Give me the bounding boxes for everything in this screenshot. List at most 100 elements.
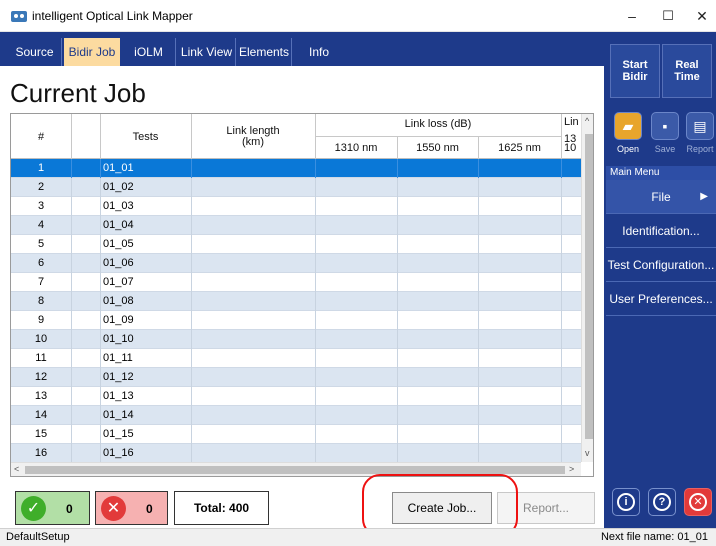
- tab-elements[interactable]: Elements: [237, 38, 292, 66]
- row-number: 6: [37, 257, 45, 269]
- row-number: 4: [37, 219, 45, 231]
- row-test-name: 01_03: [103, 200, 134, 212]
- col-num-header[interactable]: #: [11, 131, 71, 143]
- row-test-name: 01_13: [103, 390, 134, 402]
- report-button[interactable]: Report...: [497, 492, 595, 524]
- row-number: 11: [35, 352, 47, 364]
- real-time-button[interactable]: Real Time: [662, 44, 712, 98]
- help-icon[interactable]: ?: [648, 488, 676, 516]
- row-test-name: 01_12: [103, 371, 134, 383]
- row-number: 7: [37, 276, 45, 288]
- table-row[interactable]: 8 01_08: [11, 292, 581, 311]
- fail-count: 0: [146, 502, 153, 516]
- table-row[interactable]: 4 01_04: [11, 216, 581, 235]
- row-number: 2: [37, 181, 45, 193]
- info-icon[interactable]: i: [612, 488, 640, 516]
- row-test-name: 01_16: [103, 447, 134, 459]
- main-menu-header: Main Menu: [606, 166, 716, 180]
- exit-icon[interactable]: ✕: [684, 488, 712, 516]
- report-doc-icon[interactable]: ▤: [686, 112, 714, 140]
- maximize-icon[interactable]: ☐: [658, 6, 678, 26]
- menu-item-file-label: File: [651, 190, 671, 204]
- tab-bidir-job[interactable]: Bidir Job: [64, 38, 120, 66]
- row-test-name: 01_07: [103, 276, 134, 288]
- tab-bar: Source Bidir Job iOLM Link View Elements…: [0, 32, 604, 66]
- menu-item-file[interactable]: File ▶: [606, 180, 716, 214]
- col-1310-header[interactable]: 1310 nm: [315, 142, 397, 154]
- row-test-name: 01_10: [103, 333, 134, 345]
- table-row[interactable]: 9 01_09: [11, 311, 581, 330]
- row-test-name: 01_05: [103, 238, 134, 250]
- row-test-name: 01_06: [103, 257, 134, 269]
- open-label: Open: [616, 144, 640, 154]
- right-panel: Start Bidir Real Time ▰ ▪ ▤ Open Save Re…: [604, 32, 716, 528]
- table-row[interactable]: 10 01_10: [11, 330, 581, 349]
- pass-count: 0: [66, 502, 73, 516]
- table-row[interactable]: 13 01_13: [11, 387, 581, 406]
- vertical-scrollbar[interactable]: ^ v: [581, 114, 593, 462]
- pass-count-box: ✓ 0: [15, 491, 90, 525]
- app-icon: [11, 11, 27, 22]
- horizontal-scroll-thumb[interactable]: [25, 466, 565, 474]
- window-title: intelligent Optical Link Mapper: [32, 9, 193, 23]
- save-label: Save: [654, 144, 676, 154]
- row-test-name: 01_11: [103, 352, 133, 364]
- title-bar: intelligent Optical Link Mapper – ☐ ✕: [0, 0, 716, 32]
- row-number: 1: [37, 162, 45, 174]
- row-number: 10: [34, 333, 48, 345]
- open-folder-icon[interactable]: ▰: [614, 112, 642, 140]
- table-row[interactable]: 11 01_11: [11, 349, 581, 368]
- col-link-length-unit: (km): [242, 136, 264, 148]
- row-number: 12: [34, 371, 48, 383]
- row-number: 9: [37, 314, 45, 326]
- table-row[interactable]: 6 01_06: [11, 254, 581, 273]
- tab-info[interactable]: Info: [294, 38, 344, 66]
- total-count: Total: 400: [174, 491, 269, 525]
- table-header: # Tests Link length (km) Link loss (dB) …: [11, 114, 581, 159]
- tab-link-view[interactable]: Link View: [178, 38, 236, 66]
- table-row[interactable]: 3 01_03: [11, 197, 581, 216]
- col-tests-header[interactable]: Tests: [100, 131, 191, 143]
- fail-x-icon: ✕: [101, 496, 126, 521]
- table-row[interactable]: 12 01_12: [11, 368, 581, 387]
- row-test-name: 01_15: [103, 428, 134, 440]
- row-test-name: 01_08: [103, 295, 134, 307]
- row-number: 14: [34, 409, 48, 421]
- col-1625-header[interactable]: 1625 nm: [478, 142, 561, 154]
- row-test-name: 01_04: [103, 219, 134, 231]
- status-bar: DefaultSetup Next file name: 01_01: [0, 528, 716, 546]
- pass-check-icon: ✓: [21, 496, 46, 521]
- tab-iolm[interactable]: iOLM: [122, 38, 176, 66]
- close-icon[interactable]: ✕: [692, 6, 712, 26]
- tests-table: # Tests Link length (km) Link loss (dB) …: [10, 113, 594, 477]
- table-row[interactable]: 1 01_01: [11, 159, 581, 178]
- create-job-button[interactable]: Create Job...: [392, 492, 492, 524]
- table-row[interactable]: 2 01_02: [11, 178, 581, 197]
- menu-item-user-preferences[interactable]: User Preferences...: [606, 282, 716, 316]
- menu-item-test-configuration[interactable]: Test Configuration...: [606, 248, 716, 282]
- status-next-file: Next file name: 01_01: [600, 531, 708, 543]
- row-number: 5: [37, 238, 45, 250]
- start-bidir-button[interactable]: Start Bidir: [610, 44, 660, 98]
- save-disk-icon[interactable]: ▪: [651, 112, 679, 140]
- tab-source[interactable]: Source: [8, 38, 62, 66]
- table-row[interactable]: 5 01_05: [11, 235, 581, 254]
- minimize-icon[interactable]: –: [622, 6, 642, 26]
- table-row[interactable]: 16 01_16: [11, 444, 581, 463]
- row-number: 8: [37, 295, 45, 307]
- table-row[interactable]: 7 01_07: [11, 273, 581, 292]
- table-row[interactable]: 14 01_14: [11, 406, 581, 425]
- horizontal-scrollbar[interactable]: < >: [11, 462, 581, 476]
- row-test-name: 01_14: [103, 409, 134, 421]
- row-test-name: 01_01: [103, 162, 134, 174]
- col-1550-header[interactable]: 1550 nm: [397, 142, 478, 154]
- row-number: 13: [34, 390, 48, 402]
- status-setup: DefaultSetup: [6, 531, 70, 543]
- table-row[interactable]: 15 01_15: [11, 425, 581, 444]
- row-number: 16: [34, 447, 48, 459]
- vertical-scroll-thumb[interactable]: [585, 134, 593, 439]
- menu-item-identification[interactable]: Identification...: [606, 214, 716, 248]
- report-label: Report: [686, 144, 714, 154]
- col-link-loss-header: Link loss (dB): [404, 118, 472, 130]
- row-number: 3: [37, 200, 45, 212]
